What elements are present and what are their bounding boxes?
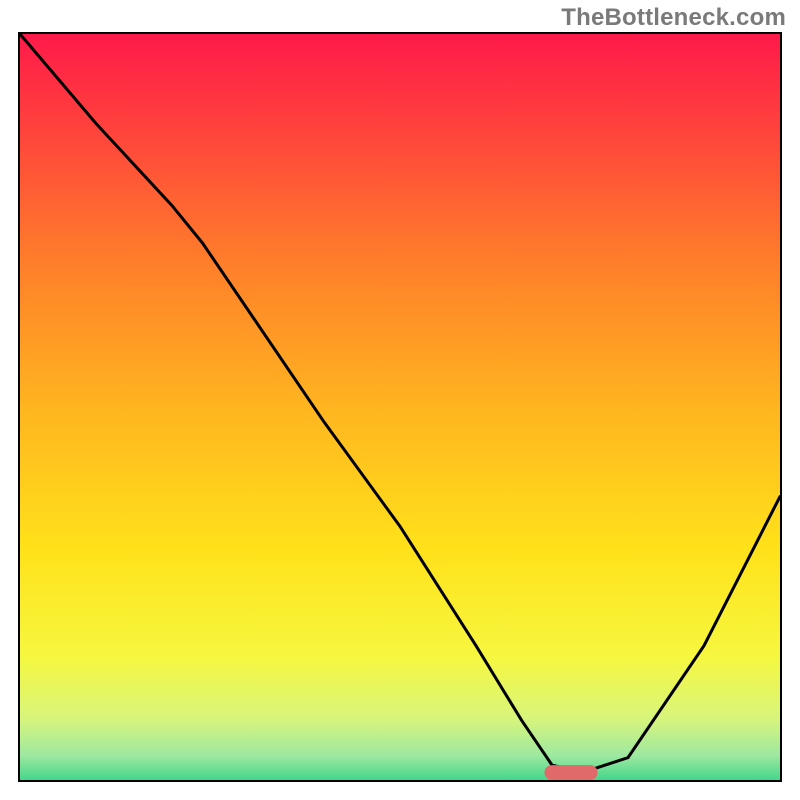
plot-area	[18, 32, 782, 782]
watermark-text: TheBottleneck.com	[561, 4, 786, 32]
heat-gradient-background	[20, 34, 780, 782]
